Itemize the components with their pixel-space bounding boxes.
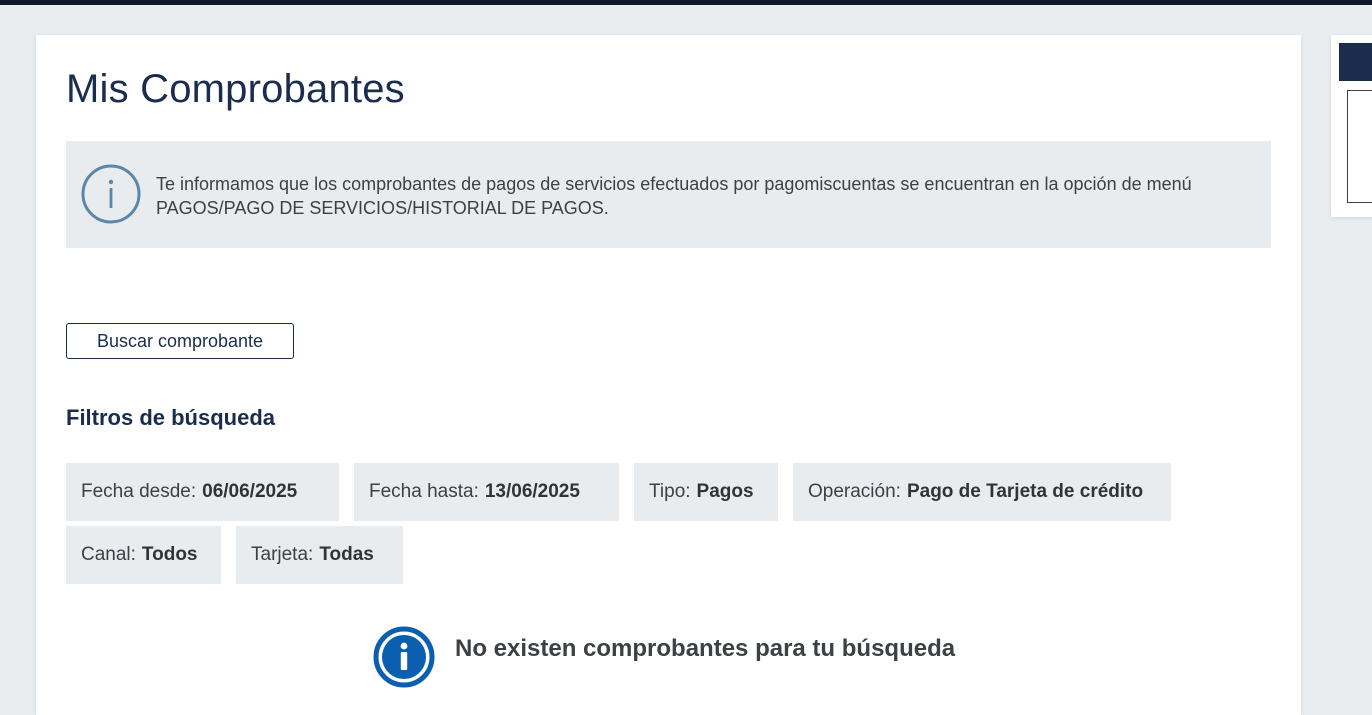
filter-value: 06/06/2025 — [202, 481, 298, 502]
filter-chip-operation: Operación: Pago de Tarjeta de crédito — [793, 463, 1171, 521]
filter-value: Todas — [319, 544, 374, 565]
filter-value: Pagos — [696, 481, 754, 502]
filter-value: Todos — [141, 544, 198, 565]
info-banner: Te informamos que los comprobantes de pa… — [66, 141, 1271, 248]
top-bar — [0, 0, 1372, 5]
side-panel-header — [1339, 43, 1372, 81]
page-title: Mis Comprobantes — [66, 67, 405, 111]
filter-label: Operación: — [808, 481, 901, 502]
filter-value: Pago de Tarjeta de crédito — [906, 481, 1144, 502]
filter-label: Tipo: — [649, 481, 691, 502]
filter-chip-type: Tipo: Pagos — [634, 463, 778, 521]
search-voucher-button[interactable]: Buscar comprobante — [66, 323, 294, 359]
info-banner-text: Te informamos que los comprobantes de pa… — [156, 174, 1192, 218]
info-circle-outline-icon — [81, 164, 141, 224]
filter-label: Fecha hasta: — [369, 481, 479, 502]
side-panel — [1331, 35, 1372, 217]
filter-chip-channel: Canal: Todos — [66, 526, 221, 584]
filter-chip-card: Tarjeta: Todas — [236, 526, 403, 584]
side-panel-box — [1347, 90, 1372, 203]
empty-state-message: No existen comprobantes para tu búsqueda — [455, 635, 956, 662]
filter-chip-date-to: Fecha hasta: 13/06/2025 — [354, 463, 619, 521]
filter-value: 13/06/2025 — [484, 481, 580, 502]
vouchers-card: Mis Comprobantes Te informamos que los c… — [36, 35, 1301, 715]
filter-label: Tarjeta: — [251, 544, 314, 565]
filter-chip-date-from: Fecha desde: 06/06/2025 — [66, 463, 339, 521]
filters-title: Filtros de búsqueda — [66, 405, 276, 430]
filter-label: Canal: — [81, 544, 136, 565]
info-circle-filled-icon — [373, 626, 435, 688]
filter-label: Fecha desde: — [81, 481, 197, 502]
